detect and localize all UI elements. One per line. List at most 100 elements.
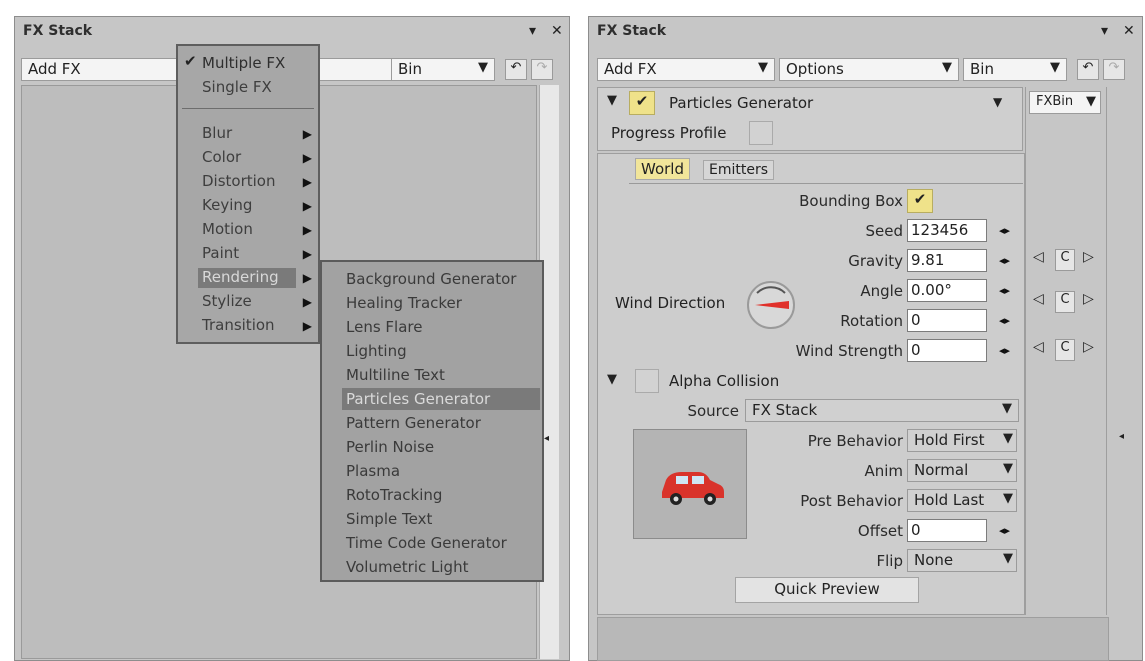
submenu-item[interactable]: Healing Tracker: [346, 294, 462, 312]
tab-emitters[interactable]: Emitters: [703, 160, 775, 180]
car-thumbnail-icon: [662, 472, 724, 505]
submenu-item[interactable]: Pattern Generator: [346, 414, 481, 432]
options-label: Options: [786, 60, 844, 78]
triangle-left-icon[interactable]: ◁: [1033, 249, 1044, 265]
submenu-item[interactable]: Multiline Text: [346, 366, 445, 384]
eye-link-icon[interactable]: ◂▸: [999, 284, 1010, 297]
eye-link-icon[interactable]: ◂▸: [999, 224, 1010, 237]
source-label: Source: [687, 402, 739, 420]
left-panel-menu-icon[interactable]: ▾: [529, 23, 536, 39]
eye-link-icon[interactable]: ◂▸: [999, 254, 1010, 267]
flip-dropdown[interactable]: None ▼: [907, 549, 1017, 572]
submenu-item-particles-generator[interactable]: Particles Generator: [346, 390, 490, 408]
submenu-item[interactable]: Volumetric Light: [346, 558, 468, 576]
progress-profile-checkbox[interactable]: [749, 121, 773, 145]
wind-direction-dial[interactable]: [747, 281, 795, 329]
keyframe-c-button[interactable]: C: [1055, 249, 1075, 271]
submenu-arrow-icon: ▶: [302, 295, 312, 309]
expand-triangle-icon[interactable]: ▼: [607, 372, 617, 387]
menu-item-single-fx[interactable]: Single FX: [202, 78, 272, 96]
right-bin-label: Bin: [970, 60, 994, 78]
submenu-item[interactable]: Lens Flare: [346, 318, 422, 336]
offset-label: Offset: [857, 522, 903, 540]
menu-item-paint[interactable]: Paint: [202, 244, 239, 262]
right-scroll-arrow-icon[interactable]: ◂: [1119, 431, 1124, 442]
right-panel-menu-icon[interactable]: ▾: [1101, 23, 1108, 39]
undo-icon[interactable]: ↶: [505, 59, 527, 80]
keyframe-c-button[interactable]: C: [1055, 291, 1075, 313]
left-add-fx-label: Add FX: [28, 60, 81, 78]
angle-field[interactable]: 0.00°: [907, 279, 987, 302]
chevron-down-icon: ▼: [1003, 491, 1013, 506]
alpha-collision-checkbox[interactable]: [635, 369, 659, 393]
left-panel-close-icon[interactable]: ✕: [551, 23, 563, 39]
eye-link-icon[interactable]: ◂▸: [999, 524, 1010, 537]
post-behavior-value: Hold Last: [914, 491, 985, 509]
right-add-fx-dropdown[interactable]: Add FX ▼: [597, 58, 775, 81]
pre-behavior-value: Hold First: [914, 431, 985, 449]
quick-preview-button[interactable]: Quick Preview: [735, 577, 919, 603]
chevron-down-icon: ▼: [1003, 431, 1013, 446]
menu-item-multiple-fx[interactable]: Multiple FX: [202, 54, 285, 72]
add-fx-menu: ✔ Multiple FX Single FX Blur ▶ Color ▶ D…: [176, 44, 320, 344]
bounding-box-checkbox[interactable]: ✔: [907, 189, 933, 213]
scroll-arrow-icon[interactable]: ◂: [544, 433, 549, 444]
expand-triangle-icon[interactable]: ▼: [607, 93, 617, 108]
post-behavior-dropdown[interactable]: Hold Last ▼: [907, 489, 1017, 512]
wind-strength-field[interactable]: 0: [907, 339, 987, 362]
triangle-right-icon[interactable]: ▷: [1083, 249, 1094, 265]
wind-direction-arrow-icon: [755, 286, 789, 309]
checkmark-icon: ✔: [913, 190, 927, 208]
submenu-item[interactable]: Simple Text: [346, 510, 432, 528]
eye-link-icon[interactable]: ◂▸: [999, 344, 1010, 357]
submenu-item[interactable]: Background Generator: [346, 270, 516, 288]
effect-enabled-checkbox[interactable]: ✔: [629, 91, 655, 115]
rotation-field[interactable]: 0: [907, 309, 987, 332]
triangle-right-icon[interactable]: ▷: [1083, 339, 1094, 355]
left-panel-title: FX Stack: [23, 23, 93, 39]
pre-behavior-dropdown[interactable]: Hold First ▼: [907, 429, 1017, 452]
source-thumbnail: [633, 429, 747, 539]
effect-menu-arrow-icon[interactable]: ▼: [993, 95, 1002, 109]
menu-item-distortion[interactable]: Distortion: [202, 172, 276, 190]
chevron-down-icon: ▼: [942, 60, 952, 75]
menu-item-blur[interactable]: Blur: [202, 124, 232, 142]
right-bin-dropdown[interactable]: Bin ▼: [963, 58, 1067, 81]
triangle-left-icon[interactable]: ◁: [1033, 291, 1044, 307]
options-dropdown[interactable]: Options ▼: [779, 58, 959, 81]
submenu-item[interactable]: Lighting: [346, 342, 407, 360]
right-panel-close-icon[interactable]: ✕: [1123, 23, 1135, 39]
menu-item-color[interactable]: Color: [202, 148, 241, 166]
left-bin-dropdown[interactable]: Bin ▼: [391, 58, 495, 81]
gravity-field[interactable]: 9.81: [907, 249, 987, 272]
source-dropdown[interactable]: FX Stack ▼: [745, 399, 1019, 422]
offset-field[interactable]: 0: [907, 519, 987, 542]
chevron-down-icon: ▼: [1002, 401, 1012, 416]
redo-icon[interactable]: ↷: [1103, 59, 1125, 80]
menu-item-motion[interactable]: Motion: [202, 220, 253, 238]
triangle-left-icon[interactable]: ◁: [1033, 339, 1044, 355]
submenu-item[interactable]: Perlin Noise: [346, 438, 434, 456]
submenu-arrow-icon: ▶: [302, 151, 312, 165]
menu-item-keying[interactable]: Keying: [202, 196, 252, 214]
submenu-item[interactable]: Plasma: [346, 462, 400, 480]
anim-value: Normal: [914, 461, 969, 479]
menu-item-rendering[interactable]: Rendering: [202, 268, 279, 286]
submenu-item[interactable]: RotoTracking: [346, 486, 442, 504]
right-lower-area: [597, 617, 1109, 661]
flip-label: Flip: [876, 552, 903, 570]
menu-item-stylize[interactable]: Stylize: [202, 292, 252, 310]
keyframe-c-button[interactable]: C: [1055, 339, 1075, 361]
submenu-item[interactable]: Time Code Generator: [346, 534, 507, 552]
undo-icon[interactable]: ↶: [1077, 59, 1099, 80]
anim-dropdown[interactable]: Normal ▼: [907, 459, 1017, 482]
tab-world[interactable]: World: [635, 158, 690, 180]
chevron-down-icon: ▼: [478, 60, 488, 75]
right-panel-title: FX Stack: [597, 23, 667, 39]
chevron-down-icon: ▼: [1050, 60, 1060, 75]
eye-link-icon[interactable]: ◂▸: [999, 314, 1010, 327]
seed-field[interactable]: 123456: [907, 219, 987, 242]
redo-icon[interactable]: ↷: [531, 59, 553, 80]
menu-item-transition[interactable]: Transition: [202, 316, 275, 334]
triangle-right-icon[interactable]: ▷: [1083, 291, 1094, 307]
